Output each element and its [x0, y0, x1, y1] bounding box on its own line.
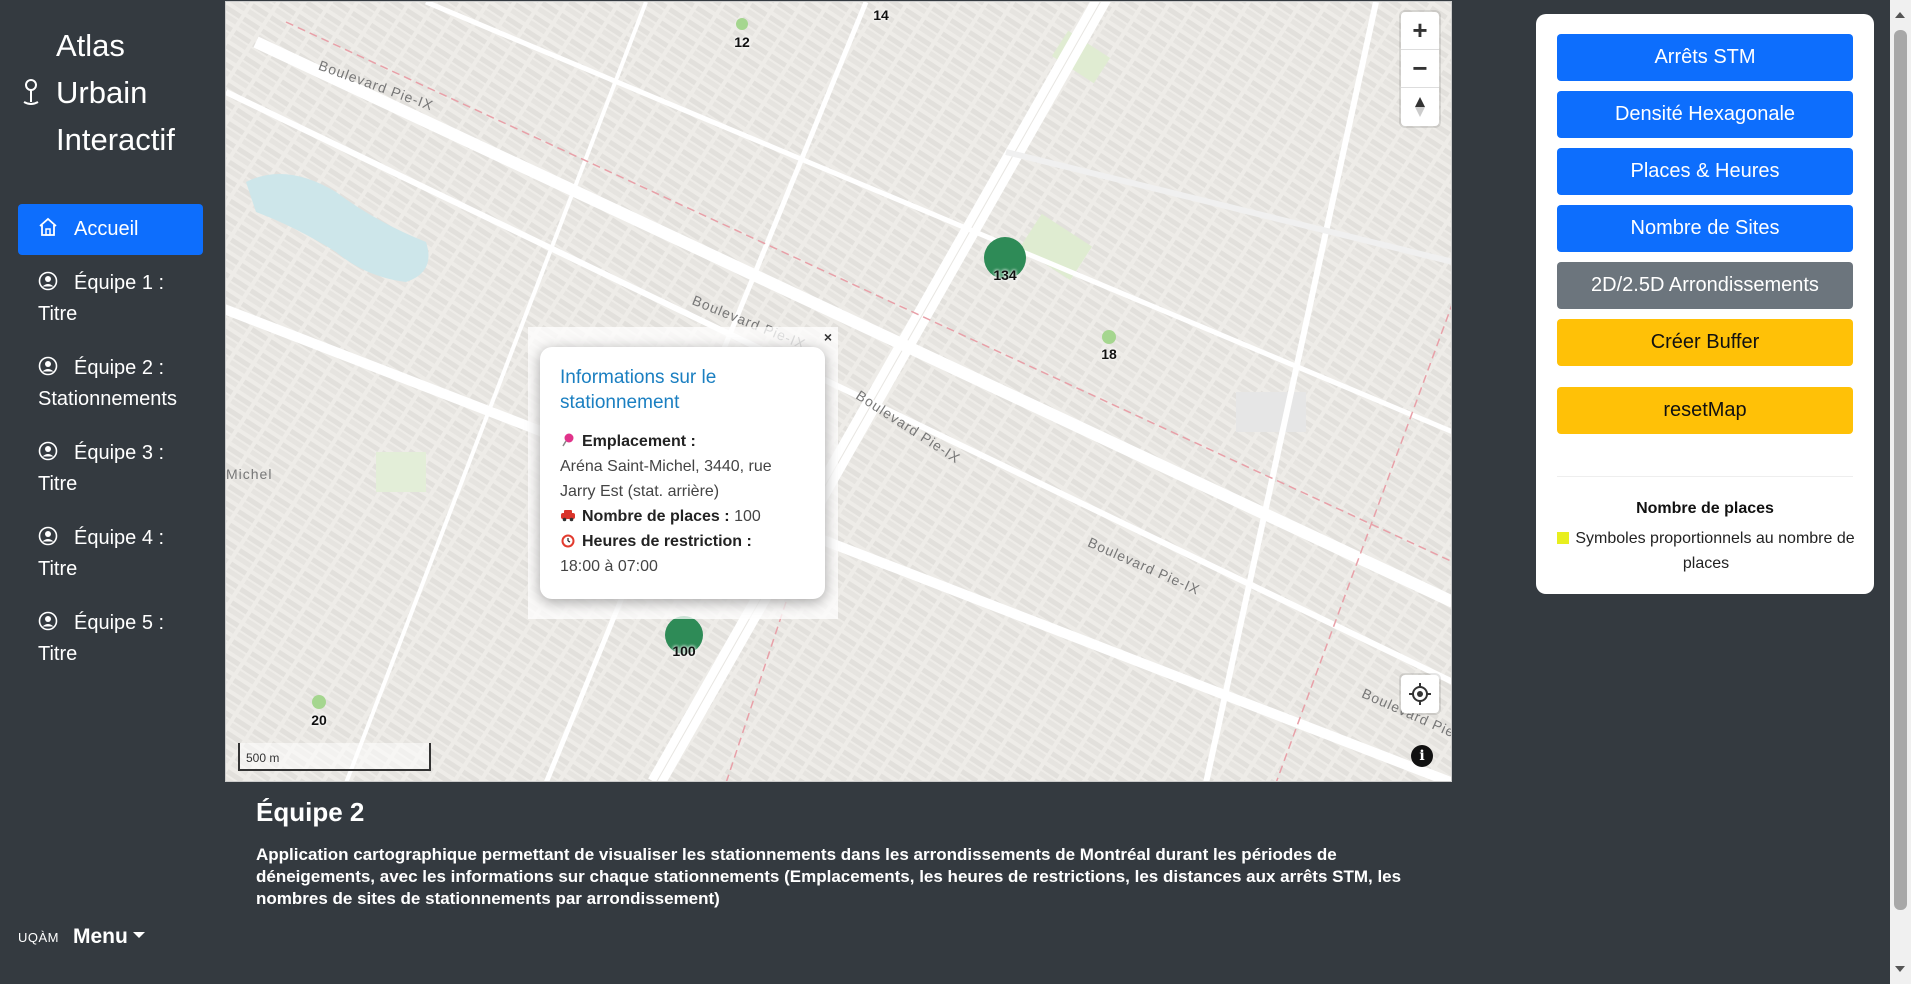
scale-bar: 500 m [238, 743, 431, 771]
parking-marker-20[interactable] [312, 695, 326, 709]
user-circle-icon [38, 356, 58, 376]
team-description: Équipe 2 Application cartographique perm… [256, 797, 1436, 910]
sidebar-item-equipe-4[interactable]: Équipe 4 : Titre [18, 513, 203, 595]
attribution-info-button[interactable]: i [1411, 745, 1433, 767]
sidebar-item-label: Équipe 2 : [74, 357, 165, 379]
scroll-up-arrow[interactable] [1895, 12, 1905, 18]
alarm-clock-icon [561, 534, 575, 548]
pushpin-icon [562, 433, 574, 447]
menu-dropdown-toggle[interactable]: Menu [73, 925, 145, 949]
sidebar-item-sublabel: Titre [38, 303, 78, 325]
sidebar-item-label: Équipe 5 : [74, 612, 165, 634]
sidebar-item-sublabel: Stationnements [38, 388, 177, 410]
popup-emplacement-label: Emplacement : [582, 433, 696, 450]
map-nav-control: + − [1401, 12, 1439, 126]
popup-heures-label: Heures de restriction : [582, 533, 752, 550]
brand-line-2: Urbain [56, 75, 148, 110]
legend-swatch [1557, 532, 1570, 544]
page-scrollbar[interactable] [1890, 0, 1911, 984]
user-circle-icon [38, 526, 58, 546]
zoom-in-button[interactable]: + [1401, 12, 1439, 50]
sidebar-item-sublabel: Titre [38, 643, 78, 665]
user-circle-icon [38, 441, 58, 461]
compass-button[interactable] [1401, 88, 1439, 126]
parking-info-popup: Informations sur le stationnement Emplac… [540, 347, 825, 599]
reset-map-button[interactable]: resetMap [1557, 387, 1853, 434]
brand[interactable]: Atlas Urbain Interactif [22, 22, 206, 163]
popup-heures-value: 18:00 à 07:00 [560, 558, 658, 575]
sidebar-item-sublabel: Titre [38, 473, 78, 495]
sidebar-nav: Accueil Équipe 1 : Titre Équipe 2 : Stat… [18, 204, 203, 683]
densite-hexagonale-button[interactable]: Densité Hexagonale [1557, 91, 1853, 138]
nombre-sites-button[interactable]: Nombre de Sites [1557, 205, 1853, 252]
map-pin-icon [23, 78, 39, 105]
description-title: Équipe 2 [256, 797, 365, 827]
parking-marker-18[interactable] [1102, 330, 1116, 344]
map-view[interactable]: 12 14 134 18 100 20 Boulevard Pie-IX Bou… [225, 1, 1452, 782]
popup-emplacement-value: Aréna Saint-Michel, 3440, rue Jarry Est … [560, 458, 772, 500]
arrets-stm-button[interactable]: Arrêts STM [1557, 34, 1853, 81]
popup-close-button[interactable]: × [824, 329, 832, 345]
brand-line-1: Atlas [56, 28, 125, 63]
legend-item: Symboles proportionnels au nombre de pla… [1556, 526, 1856, 576]
layer-control-panel: Arrêts STM Densité Hexagonale Places & H… [1536, 14, 1874, 594]
parking-marker-12[interactable] [736, 18, 748, 30]
sidebar-item-label: Équipe 4 : [74, 527, 165, 549]
brand-line-3: Interactif [56, 122, 175, 157]
geolocate-button[interactable] [1401, 675, 1439, 713]
home-icon [39, 217, 57, 236]
arrondissements-2d-button[interactable]: 2D/2.5D Arrondissements [1557, 262, 1853, 309]
marker-label-14: 14 [873, 7, 889, 23]
menu-label: Menu [73, 925, 128, 948]
marker-label-18: 18 [1101, 346, 1117, 362]
popup-container: × Informations sur le stationnement Empl… [528, 327, 838, 619]
user-circle-icon [38, 271, 58, 291]
marker-label-134: 134 [993, 267, 1017, 283]
scroll-thumb[interactable] [1894, 30, 1907, 910]
popup-heures: Heures de restriction : 18:00 à 07:00 [560, 529, 805, 579]
popup-title: Informations sur le stationnement [560, 367, 717, 413]
description-text: Application cartographique permettant de… [256, 845, 1402, 908]
crosshair-icon [1409, 683, 1431, 705]
legend-divider [1557, 476, 1853, 477]
sidebar-item-equipe-5[interactable]: Équipe 5 : Titre [18, 598, 203, 680]
user-circle-icon [38, 611, 58, 631]
sidebar-item-equipe-3[interactable]: Équipe 3 : Titre [18, 428, 203, 510]
sidebar-item-label: Accueil [74, 218, 139, 240]
sidebar: Atlas Urbain Interactif Accueil Équipe 1… [0, 0, 215, 984]
popup-places: Nombre de places : 100 [560, 504, 805, 529]
popup-places-label: Nombre de places : [582, 508, 730, 525]
sidebar-item-sublabel: Titre [38, 558, 78, 580]
sidebar-item-equipe-1[interactable]: Équipe 1 : Titre [18, 258, 203, 340]
sidebar-item-accueil[interactable]: Accueil [18, 204, 203, 255]
legend-title: Nombre de places [1636, 500, 1774, 517]
brand-title: Atlas Urbain Interactif [56, 22, 206, 163]
scroll-down-arrow[interactable] [1895, 966, 1905, 972]
creer-buffer-button[interactable]: Créer Buffer [1557, 319, 1853, 366]
uqam-logo: UQÀM [18, 929, 59, 945]
car-icon [561, 510, 575, 522]
street-label: Michel [226, 466, 273, 482]
marker-label-100: 100 [672, 643, 696, 659]
sidebar-item-label: Équipe 3 : [74, 442, 165, 464]
sidebar-item-label: Équipe 1 : [74, 272, 165, 294]
marker-label-12: 12 [734, 34, 750, 50]
places-heures-button[interactable]: Places & Heures [1557, 148, 1853, 195]
popup-places-value: 100 [734, 508, 761, 525]
map-basemap [226, 2, 1451, 781]
marker-label-20: 20 [311, 712, 327, 728]
zoom-out-button[interactable]: − [1401, 50, 1439, 88]
bottom-menu: UQÀM Menu [18, 925, 145, 949]
sidebar-item-equipe-2[interactable]: Équipe 2 : Stationnements [18, 343, 203, 425]
compass-icon [1415, 97, 1425, 117]
legend-item-label: Symboles proportionnels au nombre de pla… [1575, 530, 1855, 572]
popup-emplacement: Emplacement : Aréna Saint-Michel, 3440, … [560, 429, 805, 504]
caret-down-icon [132, 932, 145, 938]
